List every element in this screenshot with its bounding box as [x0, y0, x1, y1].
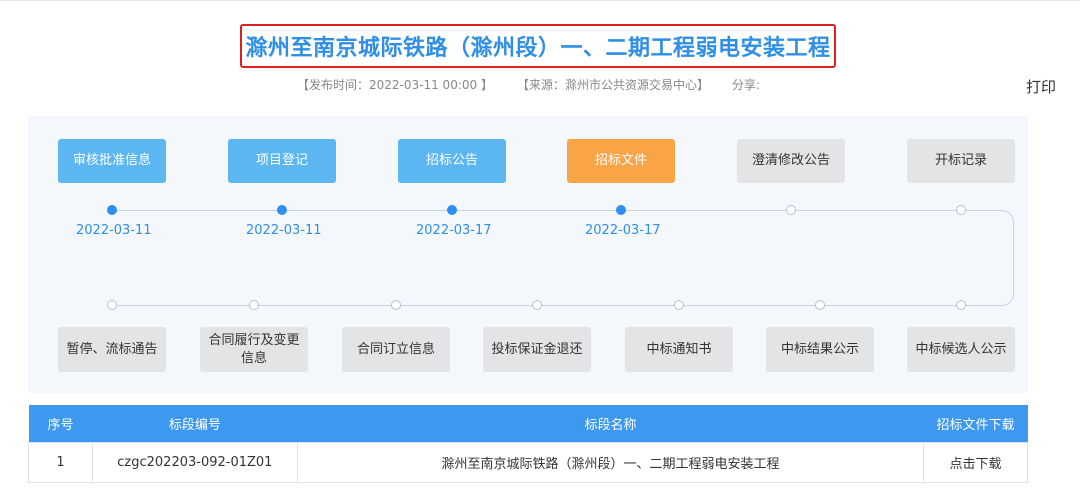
download-link[interactable]: 点击下载 [923, 442, 1028, 483]
step-deposit-refund[interactable]: 投标保证金退还 [483, 327, 591, 372]
row-section-code: czgc202203-092-01Z01 [91, 442, 298, 483]
timeline-dot-pending [956, 300, 966, 310]
timeline-dot-pending [815, 300, 825, 310]
publish-time: 【发布时间：2022-03-11 00:00 】 [297, 78, 493, 92]
page-title: 滁州至南京城际铁路（滁州段）一、二期工程弱电安装工程 [245, 36, 831, 61]
row-index: 1 [28, 442, 93, 483]
timeline-dot-pending [532, 300, 542, 310]
timeline-dot-pending [956, 205, 966, 215]
column-header-section-name: 标段名称 [297, 405, 924, 443]
timeline-connector [960, 210, 1014, 306]
step-approval-info[interactable]: 审核批准信息 [58, 139, 166, 183]
step-candidate-publicity[interactable]: 中标候选人公示 [907, 327, 1015, 372]
timeline-track-top [112, 210, 962, 211]
column-header-index: 序号 [28, 405, 93, 443]
step-clarification-notice[interactable]: 澄清修改公告 [737, 139, 845, 183]
page-title-box: 滁州至南京城际铁路（滁州段）一、二期工程弱电安装工程 [240, 24, 836, 68]
table-row: 1 czgc202203-092-01Z01 滁州至南京城际铁路（滁州段）一、二… [28, 442, 1028, 483]
timeline-dot-done [107, 205, 117, 215]
timeline-dot-pending [674, 300, 684, 310]
print-button[interactable]: 打印 [1026, 76, 1056, 97]
step-date: 2022-03-17 [585, 223, 661, 238]
step-date: 2022-03-11 [76, 223, 152, 238]
step-tender-documents[interactable]: 招标文件 [567, 139, 675, 183]
step-award-notice[interactable]: 中标通知书 [625, 327, 733, 372]
column-header-section-code: 标段编号 [92, 405, 298, 443]
timeline-dot-pending [249, 300, 259, 310]
table-header-row: 序号 标段编号 标段名称 招标文件下载 [28, 405, 1028, 443]
step-contract-performance[interactable]: 合同履行及变更信息 [200, 327, 308, 372]
step-suspension-notice[interactable]: 暂停、流标通告 [58, 327, 166, 372]
share-label[interactable]: 分享: [732, 76, 760, 93]
row-section-name: 滁州至南京城际铁路（滁州段）一、二期工程弱电安装工程 [296, 442, 925, 483]
timeline-dot-pending [391, 300, 401, 310]
step-award-result[interactable]: 中标结果公示 [766, 327, 874, 372]
timeline-dot-done [616, 205, 626, 215]
timeline-dot-pending [107, 300, 117, 310]
step-date: 2022-03-17 [416, 223, 492, 238]
timeline-dot-done [277, 205, 287, 215]
timeline-dot-pending [786, 205, 796, 215]
step-date: 2022-03-11 [246, 223, 322, 238]
bid-section-table: 序号 标段编号 标段名称 招标文件下载 1 czgc202203-092-01Z… [28, 405, 1028, 483]
step-project-registration[interactable]: 项目登记 [228, 139, 336, 183]
step-contract-signing[interactable]: 合同订立信息 [342, 327, 450, 372]
step-bid-opening-record[interactable]: 开标记录 [907, 139, 1015, 183]
column-header-download: 招标文件下载 [923, 405, 1028, 443]
timeline-dot-done [447, 205, 457, 215]
top-divider [0, 0, 1080, 1]
source-label: 【来源：滁州市公共资源交易中心】 [517, 78, 710, 92]
step-tender-announcement[interactable]: 招标公告 [398, 139, 506, 183]
